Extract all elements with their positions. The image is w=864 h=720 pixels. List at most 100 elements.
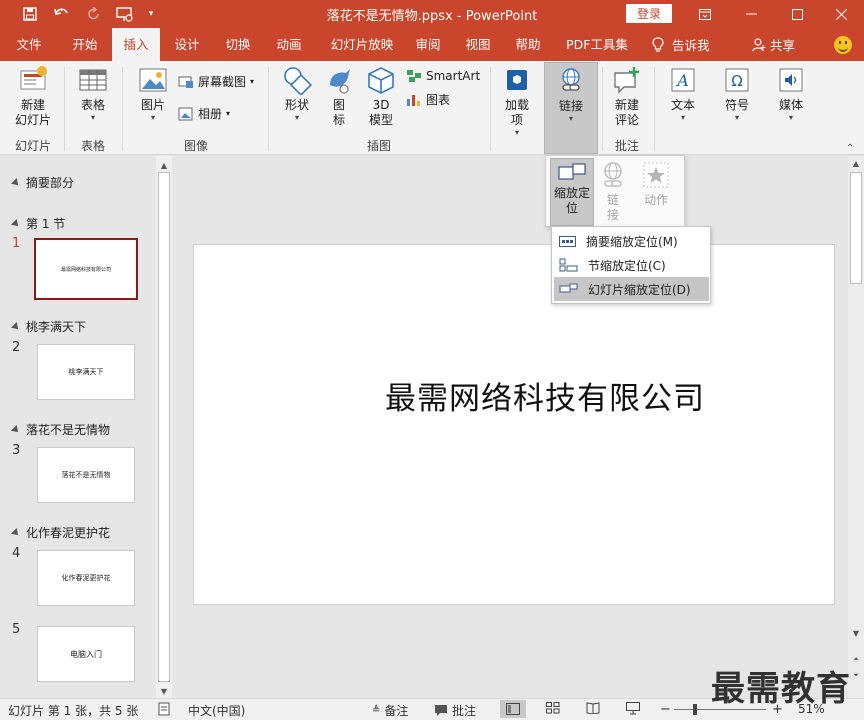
shapes-button[interactable]: 形状 ▾ xyxy=(276,65,318,123)
text-label: 文本 xyxy=(670,98,695,112)
media-button[interactable]: 媒体 ▾ xyxy=(770,65,812,123)
picture-button[interactable]: 图片 ▾ xyxy=(132,65,174,123)
notes-button[interactable]: ≜ 备注 xyxy=(372,702,408,719)
section-header[interactable]: 第 1 节 xyxy=(11,215,65,232)
comments-button[interactable]: 批注 xyxy=(434,702,476,719)
reading-view-button[interactable] xyxy=(586,702,600,714)
screenshot-button[interactable]: 屏幕截图 ▾ xyxy=(178,73,254,90)
slide-canvas[interactable]: 最需网络科技有限公司 xyxy=(193,244,835,605)
summary-zoom-item[interactable]: 摘要缩放定位(M) xyxy=(554,229,709,253)
photo-album-button[interactable]: 相册 ▾ xyxy=(178,105,230,122)
section-header[interactable]: 化作春泥更护花 xyxy=(11,524,111,541)
reading-view-icon xyxy=(586,702,600,714)
summary-zoom-label: 摘要缩放定位(M) xyxy=(586,234,678,249)
thumbnail-text: 落花不是无情物 xyxy=(61,471,111,479)
maximize-icon[interactable] xyxy=(774,0,820,28)
tab-file[interactable]: 文件 xyxy=(6,28,52,61)
section-zoom-item[interactable]: 节缩放定位(C) xyxy=(554,253,709,277)
link-button[interactable]: 链接 ▾ xyxy=(544,62,598,154)
section-zoom-icon xyxy=(559,258,578,272)
scroll-thumb[interactable] xyxy=(850,172,862,284)
tab-help[interactable]: 帮助 xyxy=(506,28,550,61)
normal-view-button[interactable] xyxy=(500,700,526,718)
slide-thumbnail[interactable]: 最需网络科技有限公司 xyxy=(34,238,138,300)
tab-animations[interactable]: 动画 xyxy=(266,28,312,61)
text-button[interactable]: A 文本 ▾ xyxy=(662,65,704,123)
save-icon[interactable] xyxy=(18,3,42,25)
slide-thumbnail[interactable]: 化作春泥更护花 xyxy=(37,550,135,606)
scroll-up-icon[interactable]: ▲ xyxy=(848,156,864,170)
symbol-button[interactable]: Ω 符号 ▾ xyxy=(716,65,758,123)
spellcheck-icon[interactable] xyxy=(158,702,172,716)
icons-label-2: 标 xyxy=(332,113,345,127)
link-label: 链接 xyxy=(558,99,583,113)
tell-me-search[interactable]: 告诉我 xyxy=(652,28,710,61)
section-label: 化作春泥更护花 xyxy=(26,526,111,540)
slide-zoom-item[interactable]: 幻灯片缩放定位(D) xyxy=(554,277,709,301)
zoom-label-2: 位 xyxy=(565,201,578,215)
chevron-down-icon: ▾ xyxy=(250,77,255,86)
tab-insert[interactable]: 插入 xyxy=(112,28,160,61)
redo-icon[interactable] xyxy=(84,3,104,25)
zoom-button[interactable]: 缩放定 位 xyxy=(550,158,594,226)
share-button[interactable]: 共享 xyxy=(752,28,795,61)
tab-design[interactable]: 设计 xyxy=(164,28,210,61)
scroll-thumb[interactable] xyxy=(158,172,170,682)
tab-slideshow[interactable]: 幻灯片放映 xyxy=(320,28,404,61)
customize-qat-icon[interactable]: ▾ xyxy=(144,3,158,25)
tab-review[interactable]: 审阅 xyxy=(406,28,450,61)
panel-scrollbar[interactable]: ▲ ▼ xyxy=(156,156,172,698)
smartart-button[interactable]: SmartArt xyxy=(406,69,480,83)
scroll-down-icon[interactable]: ▼ xyxy=(848,626,864,640)
new-comment-button[interactable]: 新建 评论 xyxy=(606,65,648,128)
slideshow-icon xyxy=(626,702,640,715)
tab-pdf-tools[interactable]: PDF工具集 xyxy=(556,28,638,61)
slideshow-view-button[interactable] xyxy=(626,702,640,715)
slide-number: 5 xyxy=(12,622,21,637)
slide-thumbnail[interactable]: 电脑入门 xyxy=(37,626,135,682)
collapse-ribbon-icon[interactable]: ⌃ xyxy=(846,143,854,154)
undo-icon[interactable] xyxy=(48,3,78,25)
zoom-out-button[interactable]: − xyxy=(660,702,671,717)
screenshot-icon xyxy=(178,76,193,88)
scroll-up-icon[interactable]: ▲ xyxy=(156,158,172,172)
tab-transitions[interactable]: 切换 xyxy=(215,28,261,61)
picture-icon xyxy=(139,68,167,92)
slide-sorter-view-button[interactable] xyxy=(546,702,560,714)
presentation-start-icon[interactable] xyxy=(112,3,138,25)
zoom-slider-thumb[interactable] xyxy=(693,704,697,715)
chart-button[interactable]: 图表 xyxy=(406,91,450,108)
chevron-down-icon: ▾ xyxy=(788,113,793,122)
minimize-icon[interactable] xyxy=(728,0,774,28)
3d-models-button[interactable]: 3D 模型 xyxy=(360,65,402,128)
ribbon-display-options-icon[interactable] xyxy=(682,0,728,28)
tab-view[interactable]: 视图 xyxy=(456,28,500,61)
login-button[interactable]: 登录 xyxy=(626,4,672,23)
icons-icon xyxy=(330,69,350,94)
addins-button[interactable]: 加载 项 ▾ xyxy=(496,65,538,138)
tab-home[interactable]: 开始 xyxy=(60,28,110,61)
media-label: 媒体 xyxy=(778,98,803,112)
slide-thumbnail[interactable]: 桃李满天下 xyxy=(37,344,135,400)
section-header[interactable]: 摘要部分 xyxy=(11,174,75,191)
slide-thumbnail[interactable]: 落花不是无情物 xyxy=(37,447,135,503)
feedback-smiley-icon[interactable] xyxy=(834,36,852,54)
slide-title[interactable]: 最需网络科技有限公司 xyxy=(194,373,834,418)
group-label-slides: 幻灯片 xyxy=(14,139,51,153)
scroll-down-icon[interactable]: ▼ xyxy=(156,684,172,698)
editor-scrollbar[interactable]: ▲ ▼ ⏶ ⏷ xyxy=(848,156,864,698)
section-header[interactable]: 落花不是无情物 xyxy=(11,421,110,438)
chevron-down-icon: ▾ xyxy=(514,128,519,137)
action-disabled-button[interactable]: 动作 xyxy=(636,158,676,208)
section-label: 摘要部分 xyxy=(26,176,75,190)
new-slide-label-1: 新建 xyxy=(20,98,45,112)
language-status[interactable]: 中文(中国) xyxy=(188,702,245,719)
icons-button[interactable]: 图 标 xyxy=(320,65,358,128)
section-header[interactable]: 桃李满天下 xyxy=(11,318,86,335)
new-slide-button[interactable]: 新建 幻灯片 xyxy=(6,65,60,128)
chevron-down-icon: ▾ xyxy=(294,113,299,122)
link-disabled-button[interactable]: 链 接 xyxy=(598,158,628,223)
3d-models-label-2: 模型 xyxy=(368,113,393,127)
close-icon[interactable] xyxy=(818,0,864,28)
table-button[interactable]: 表格 ▾ xyxy=(70,65,116,123)
